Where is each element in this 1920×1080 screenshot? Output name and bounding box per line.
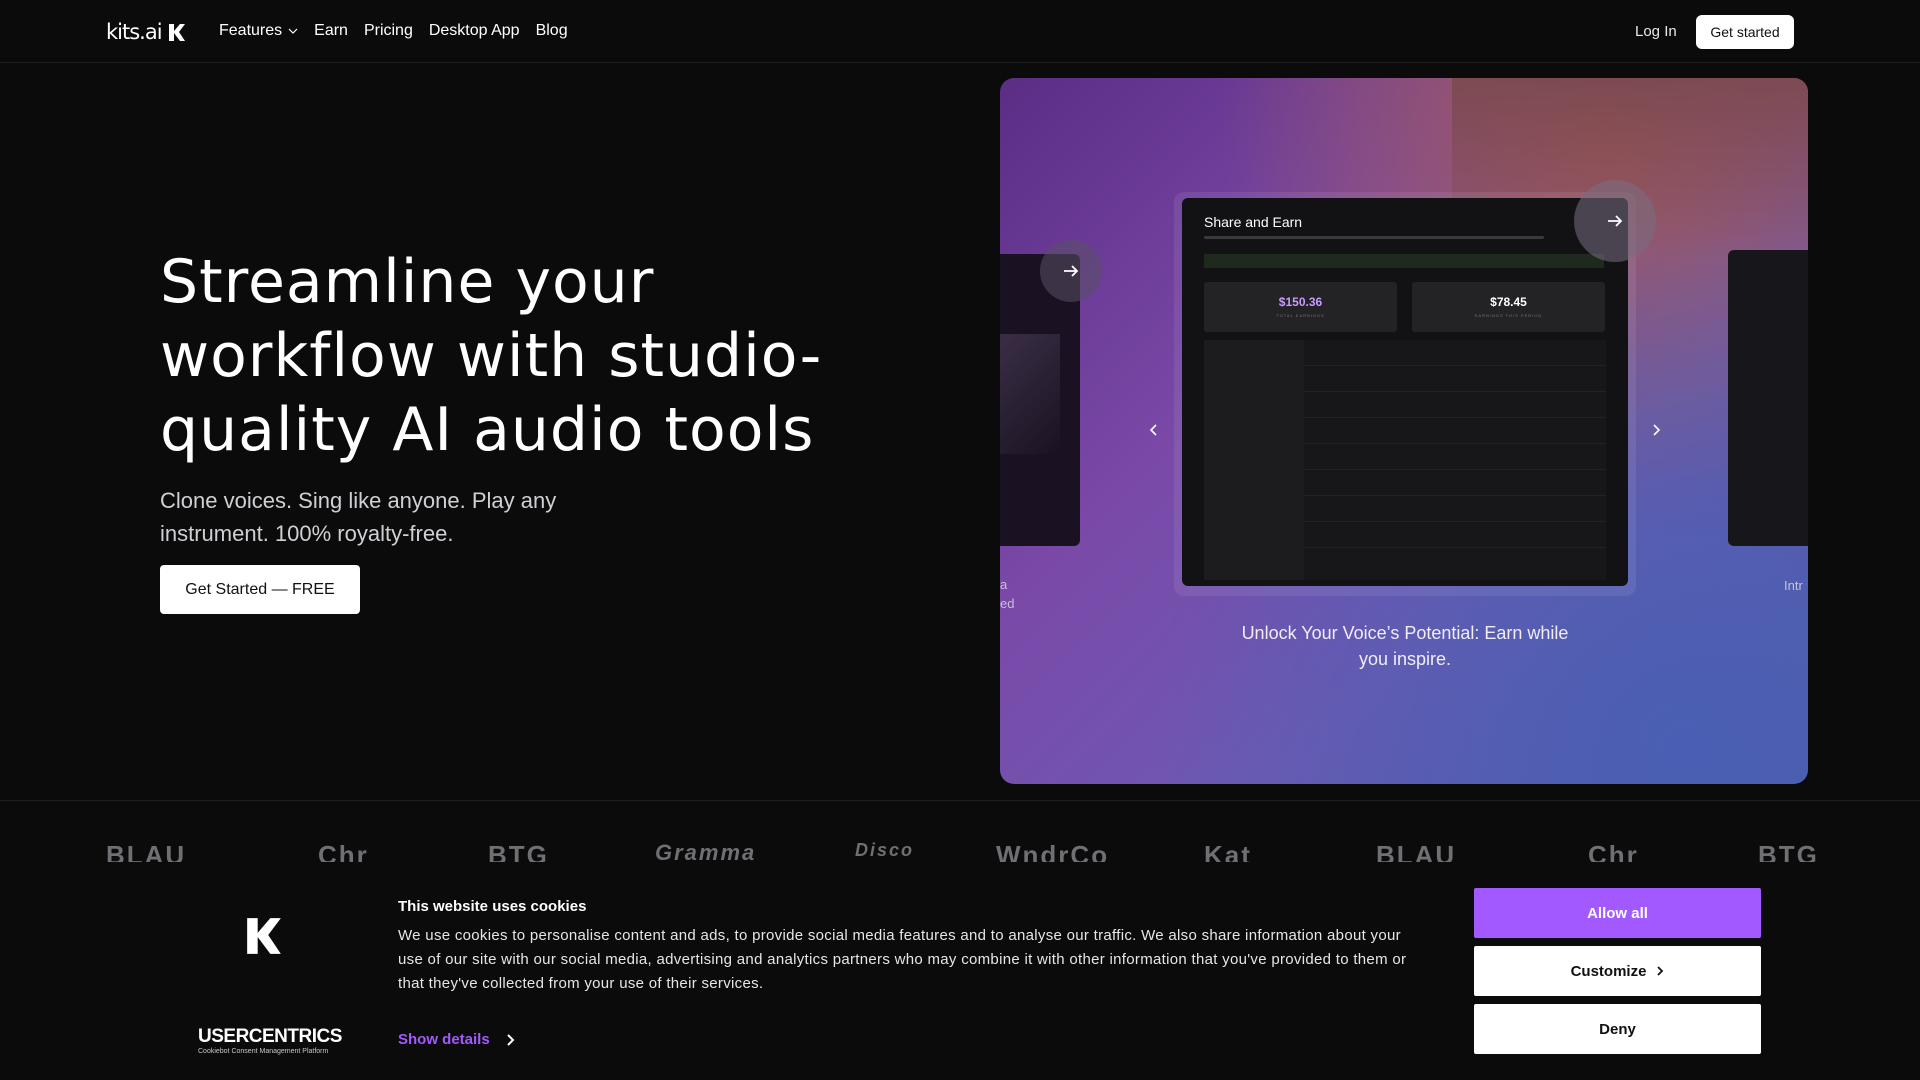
hero-subtitle: Clone voices. Sing like anyone. Play any…: [160, 488, 557, 546]
partner-logo: Disco: [855, 840, 915, 860]
feature-carousel: a ed Intr Share and Earn $150.36 TOTAL E…: [1000, 78, 1808, 784]
cookie-text: We use cookies to personalise content an…: [398, 927, 1407, 992]
usercentrics-logo: USERCENTRICS: [198, 1026, 342, 1047]
try-it-out-button-prev[interactable]: [1040, 240, 1102, 302]
nav-desktop-app[interactable]: Desktop App: [429, 22, 520, 40]
site-logo-badge: [222, 894, 306, 978]
arrow-right-icon: [1608, 215, 1623, 227]
stat-value: $150.36: [1278, 295, 1323, 309]
allow-all-button[interactable]: Allow all: [1474, 888, 1761, 938]
partner-logo: Kat: [1204, 840, 1252, 862]
carousel-prev-arrow-icon[interactable]: [1146, 422, 1162, 438]
nav-features[interactable]: Features: [219, 22, 298, 40]
prev-slide-caption: a ed: [1000, 577, 1015, 611]
cookie-title: This website uses cookies: [398, 898, 587, 915]
partner-logo: WndrCo: [996, 840, 1110, 862]
site-logo[interactable]: kits.ai: [106, 20, 186, 44]
chevron-down-icon: [288, 28, 298, 34]
hero-title: Streamline your workflow with studio-qua…: [160, 247, 823, 465]
period-earnings-stat: $78.45 EARNINGS THIS PERIOD: [1412, 282, 1605, 332]
show-details-label: Show details: [398, 1031, 490, 1048]
try-it-out-button[interactable]: [1574, 180, 1656, 262]
screen-description: [1204, 236, 1544, 239]
table-date-column: [1204, 340, 1304, 580]
carousel-next-arrow-icon[interactable]: [1648, 422, 1664, 438]
arrow-right-icon: [1064, 265, 1079, 277]
slide-caption: Unlock Your Voice’s Potential: Earn whil…: [1241, 623, 1569, 669]
partner-logo: Chr: [318, 840, 369, 862]
share-and-earn-screenshot[interactable]: Share and Earn $150.36 TOTAL EARNINGS $7…: [1182, 198, 1628, 586]
deny-button[interactable]: Deny: [1474, 1004, 1761, 1054]
kits-logo-icon: [247, 918, 281, 954]
get-started-button[interactable]: Get started: [1696, 15, 1794, 49]
cookie-banner: USERCENTRICS Cookiebot Consent Managemen…: [0, 866, 1920, 1080]
next-slide-preview[interactable]: [1728, 250, 1808, 546]
partner-logo: Chr: [1588, 840, 1639, 862]
customize-button[interactable]: Customize: [1474, 946, 1761, 996]
partner-logos: BLAU Chr BTG Gramma Disco WndrCo Kat BLA…: [0, 840, 1920, 864]
screen-banner: [1204, 254, 1604, 268]
partner-logo: BLAU: [1376, 840, 1457, 862]
nav-links: Features Earn Pricing Desktop App Blog: [219, 22, 568, 40]
get-started-free-button[interactable]: Get Started — FREE: [160, 565, 360, 614]
customize-label: Customize: [1570, 962, 1647, 980]
kits-logo-icon: [168, 23, 185, 41]
prev-slide-image: [1000, 334, 1060, 454]
nav-features-label: Features: [219, 22, 283, 39]
nav-blog[interactable]: Blog: [536, 22, 568, 40]
earnings-table: [1204, 340, 1606, 580]
nav-earn[interactable]: Earn: [314, 22, 348, 40]
top-nav: kits.ai Features Earn Pricing Desktop Ap…: [0, 0, 1920, 63]
nav-pricing[interactable]: Pricing: [364, 22, 413, 40]
stat-label: EARNINGS THIS PERIOD: [1474, 313, 1543, 318]
next-slide-caption: Intr: [1784, 578, 1803, 593]
partner-logo: BTG: [1758, 840, 1819, 862]
logo-text: kits.ai: [106, 20, 163, 44]
chevron-right-icon: [1657, 966, 1664, 976]
partner-logo: Gramma: [655, 840, 757, 862]
login-link[interactable]: Log In: [1635, 23, 1677, 40]
section-divider: [0, 800, 1920, 801]
usercentrics-subtitle: Cookiebot Consent Management Platform: [198, 1048, 329, 1055]
total-earnings-stat: $150.36 TOTAL EARNINGS: [1204, 282, 1397, 332]
partner-logo: BLAU: [106, 840, 187, 862]
partner-logo: BTG: [488, 840, 549, 862]
stat-value: $78.45: [1490, 295, 1527, 309]
stat-label: TOTAL EARNINGS: [1276, 313, 1325, 318]
screen-title: Share and Earn: [1204, 214, 1303, 230]
show-details-link[interactable]: Show details: [398, 1031, 516, 1048]
chevron-right-icon: [506, 1033, 515, 1046]
